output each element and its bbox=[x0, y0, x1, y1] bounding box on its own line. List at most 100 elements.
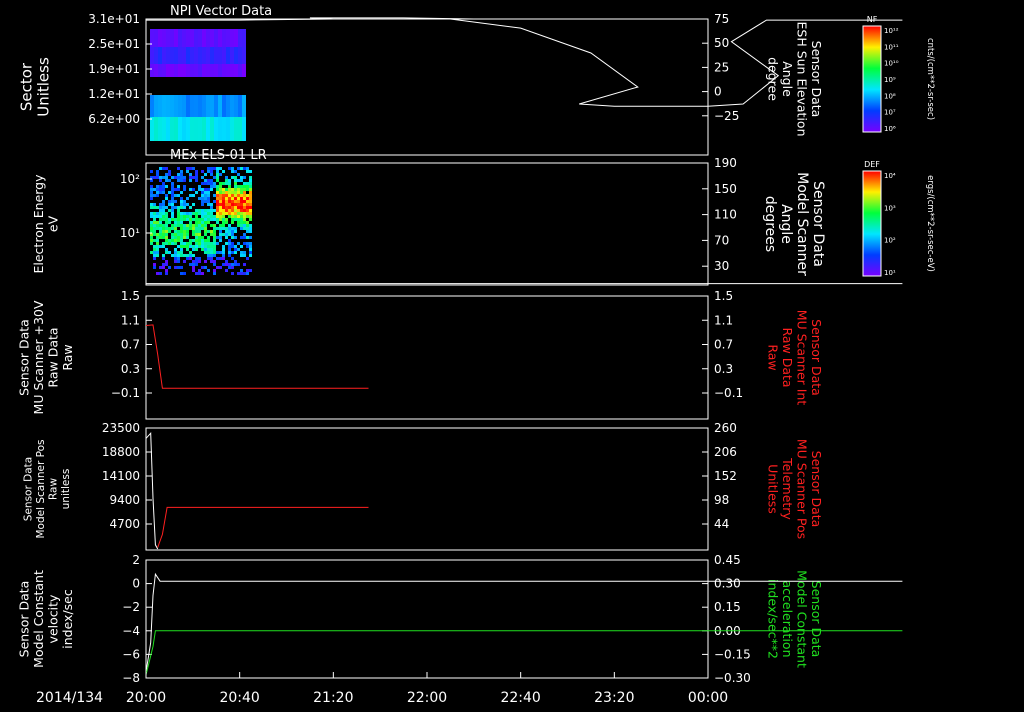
heatmap-cell bbox=[174, 200, 177, 203]
colorbar-tick-label: 10¹² bbox=[884, 27, 899, 35]
heatmap-cell bbox=[198, 221, 201, 224]
heatmap-cell bbox=[246, 203, 249, 206]
heatmap-cell bbox=[210, 64, 214, 77]
right-axis-label: Raw bbox=[765, 344, 780, 370]
heatmap-cell bbox=[195, 227, 198, 230]
panel-1-title: NPI Vector Data bbox=[170, 4, 272, 19]
heatmap-cell bbox=[225, 269, 228, 272]
left-axis-label: Sensor Data bbox=[16, 319, 31, 396]
heatmap-cell bbox=[240, 185, 243, 188]
heatmap-cell bbox=[234, 236, 237, 239]
heatmap-cell bbox=[204, 221, 207, 224]
heatmap-cell bbox=[210, 260, 213, 263]
heatmap-cell bbox=[153, 230, 156, 233]
heatmap-cell bbox=[159, 179, 162, 182]
heatmap-cell bbox=[210, 203, 213, 206]
heatmap-cell bbox=[219, 227, 222, 230]
heatmap-cell bbox=[186, 29, 190, 47]
heatmap-cell bbox=[189, 254, 192, 257]
heatmap-cell bbox=[231, 170, 234, 173]
heatmap-cell bbox=[195, 221, 198, 224]
heatmap-cell bbox=[198, 64, 202, 77]
left-axis-label: Sensor Data bbox=[16, 581, 31, 658]
heatmap-cell bbox=[177, 209, 180, 212]
right-axis-label: acceleration bbox=[780, 580, 795, 657]
heatmap-cell bbox=[195, 215, 198, 218]
heatmap-cell bbox=[237, 272, 240, 275]
heatmap-cell bbox=[153, 254, 156, 257]
heatmap-cell bbox=[153, 248, 156, 251]
heatmap-cell bbox=[150, 188, 153, 191]
heatmap-cell bbox=[219, 233, 222, 236]
heatmap-cell bbox=[182, 47, 186, 64]
heatmap-cell bbox=[166, 47, 170, 64]
heatmap-cell bbox=[189, 227, 192, 230]
heatmap-cell bbox=[228, 227, 231, 230]
heatmap-cell bbox=[171, 254, 174, 257]
right-axis-label: Sensor Data bbox=[809, 319, 824, 396]
heatmap-cell bbox=[162, 200, 165, 203]
heatmap-cell bbox=[246, 170, 249, 173]
heatmap-cell bbox=[174, 251, 177, 254]
heatmap-cell bbox=[216, 203, 219, 206]
heatmap-cell bbox=[180, 197, 183, 200]
heatmap-cell bbox=[162, 233, 165, 236]
heatmap-cell bbox=[207, 248, 210, 251]
heatmap-cell bbox=[219, 230, 222, 233]
heatmap-cell bbox=[201, 209, 204, 212]
heatmap-cell bbox=[231, 176, 234, 179]
heatmap-cell bbox=[204, 248, 207, 251]
heatmap-cell bbox=[198, 188, 201, 191]
heatmap-cell bbox=[210, 230, 213, 233]
heatmap-cell bbox=[202, 47, 206, 64]
heatmap-cell bbox=[156, 185, 159, 188]
heatmap-cell bbox=[154, 95, 158, 117]
heatmap-cell bbox=[240, 236, 243, 239]
heatmap-cell bbox=[159, 212, 162, 215]
heatmap-cell bbox=[210, 182, 213, 185]
heatmap-cell bbox=[216, 170, 219, 173]
heatmap-cell bbox=[156, 245, 159, 248]
heatmap-cell bbox=[156, 191, 159, 194]
heatmap-cell bbox=[177, 257, 180, 260]
heatmap-cell bbox=[246, 242, 249, 245]
heatmap-cell bbox=[219, 194, 222, 197]
heatmap-cell bbox=[218, 117, 222, 141]
heatmap-cell bbox=[240, 215, 243, 218]
heatmap-cell bbox=[210, 242, 213, 245]
stacked-time-series-plot: NPI Vector Data 3.1e+01 2.5e+01 1.9e+01 1.2e… bbox=[16, 4, 935, 706]
heatmap-cell bbox=[231, 233, 234, 236]
heatmap-cell bbox=[170, 95, 174, 117]
heatmap-cell bbox=[153, 245, 156, 248]
heatmap-cell bbox=[231, 197, 234, 200]
heatmap-cell bbox=[171, 215, 174, 218]
heatmap-cell bbox=[228, 206, 231, 209]
heatmap-cell bbox=[243, 188, 246, 191]
heatmap-cell bbox=[234, 251, 237, 254]
heatmap-cell bbox=[204, 191, 207, 194]
heatmap-cell bbox=[195, 179, 198, 182]
heatmap-cell bbox=[225, 227, 228, 230]
heatmap-cell bbox=[189, 257, 192, 260]
heatmap-cell bbox=[222, 212, 225, 215]
heatmap-cell bbox=[156, 221, 159, 224]
heatmap-cell bbox=[242, 95, 246, 117]
left-tick-label: 0.3 bbox=[121, 362, 140, 376]
left-tick-label: 1.5 bbox=[121, 289, 140, 303]
heatmap-cell bbox=[234, 188, 237, 191]
heatmap-cell bbox=[243, 215, 246, 218]
heatmap-cell bbox=[216, 200, 219, 203]
time-tick-label: 00:00 bbox=[688, 690, 728, 706]
heatmap-cell bbox=[246, 197, 249, 200]
heatmap-cell bbox=[213, 263, 216, 266]
heatmap-cell bbox=[234, 212, 237, 215]
heatmap-cell bbox=[201, 176, 204, 179]
heatmap-cell bbox=[171, 194, 174, 197]
heatmap-cell bbox=[249, 179, 252, 182]
heatmap-cell bbox=[222, 248, 225, 251]
heatmap-cell bbox=[219, 218, 222, 221]
heatmap-cell bbox=[249, 194, 252, 197]
heatmap-cell bbox=[171, 203, 174, 206]
heatmap-cell bbox=[216, 227, 219, 230]
heatmap-cell bbox=[195, 212, 198, 215]
